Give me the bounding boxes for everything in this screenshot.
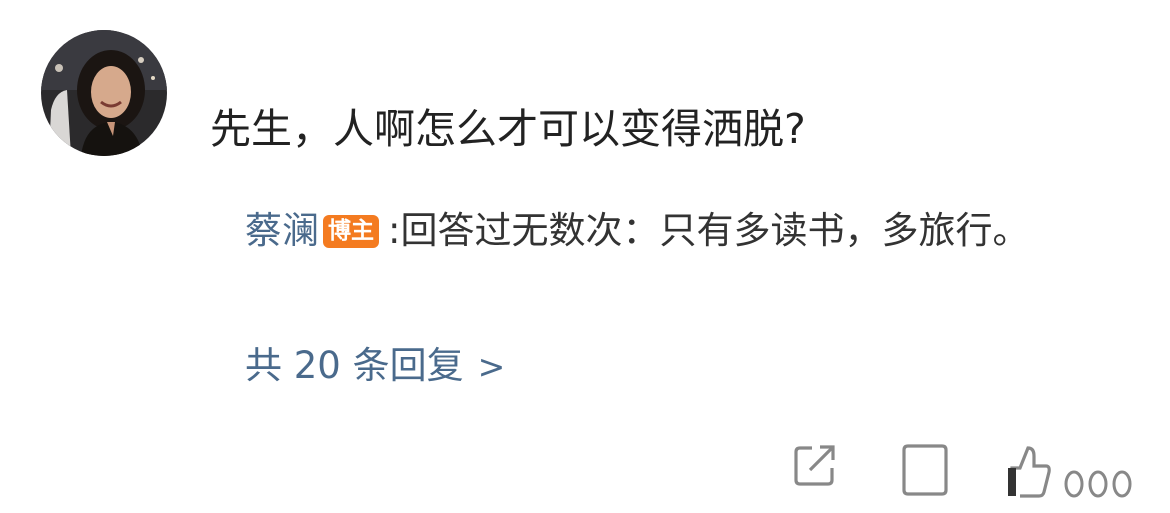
blogger-badge: 博主 (323, 215, 379, 248)
action-bar (790, 440, 1170, 500)
share-icon (794, 445, 835, 486)
like-icon (1008, 446, 1132, 498)
reply-text: 回答过无数次：只有多读书，多旅行。 (400, 209, 1030, 252)
avatar[interactable] (41, 30, 167, 156)
share-button[interactable] (790, 440, 840, 490)
reply-separator: : (388, 209, 401, 252)
comment-icon (902, 444, 948, 496)
reply-preview[interactable]: 蔡澜 博主:回答过无数次：只有多读书，多旅行。 (245, 200, 1085, 262)
comment-button[interactable] (900, 440, 950, 500)
avatar-photo (41, 30, 167, 156)
more-replies-label: 共 20 条回复 (245, 344, 464, 387)
comment-text[interactable]: 先生，人啊怎么才可以变得洒脱? (210, 100, 806, 158)
like-button[interactable] (1002, 440, 1152, 500)
chevron-right-icon: > (477, 347, 506, 386)
more-replies-link[interactable]: 共 20 条回复 > (245, 336, 505, 397)
reply-author[interactable]: 蔡澜 (245, 209, 319, 252)
